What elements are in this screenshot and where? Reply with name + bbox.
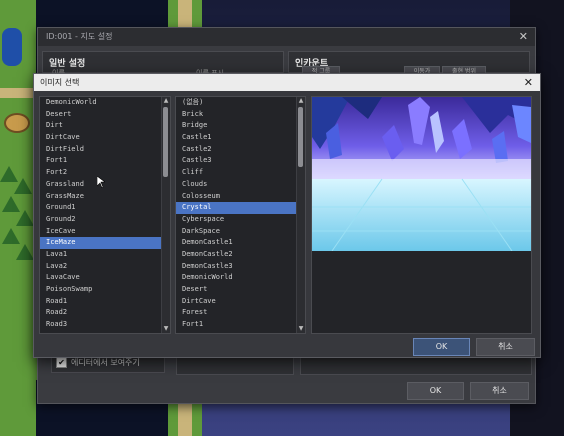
scroll-down-arrow-icon[interactable]: ▼	[297, 325, 305, 333]
battleback2-list-item[interactable]: DemonCastle1	[176, 237, 305, 249]
map-settings-titlebar: ID:001 - 지도 설정 ✕	[38, 28, 535, 46]
image-select-dialog: 이미지 선택 ✕ DemonicWorld Desert Dirt DirtCave D…	[33, 73, 541, 358]
battleback2-list-item[interactable]: Brick	[176, 109, 305, 121]
battleback1-list-item[interactable]: IceCave	[40, 226, 170, 238]
battleback2-list[interactable]: (없음) Brick Bridge Castle1 Castle2 Castle3 Clif…	[175, 96, 306, 334]
battleback1-list-item[interactable]: IceMaze	[40, 237, 170, 249]
scroll-up-arrow-icon[interactable]: ▲	[297, 97, 305, 105]
map-settings-ok-button[interactable]: OK	[407, 382, 464, 400]
image-dialog-ok-button[interactable]: OK	[413, 338, 470, 356]
battleback1-list-item[interactable]: Road2	[40, 307, 170, 319]
battleback1-list-item[interactable]: DemonicWorld	[40, 97, 170, 109]
image-select-titlebar: 이미지 선택 ✕	[34, 74, 540, 91]
checkmark-icon[interactable]: ✔	[56, 356, 67, 368]
battleback1-list-item[interactable]: Road3	[40, 319, 170, 331]
battleback2-list-item[interactable]: Cyberspace	[176, 214, 305, 226]
battleback1-list-item[interactable]: Road1	[40, 296, 170, 308]
map-settings-title: ID:001 - 지도 설정	[46, 32, 113, 41]
battleback1-list-item[interactable]: Lava2	[40, 261, 170, 273]
battleback2-list-item[interactable]: DemonCastle3	[176, 261, 305, 273]
close-icon[interactable]: ✕	[519, 28, 528, 46]
close-icon[interactable]: ✕	[524, 74, 533, 91]
map-settings-cancel-label: 취소	[492, 386, 507, 395]
list2-scroll-thumb[interactable]	[298, 107, 303, 167]
battleback2-list-item[interactable]: Desert	[176, 284, 305, 296]
battleback1-list-item[interactable]: GrassMaze	[40, 191, 170, 203]
battleback2-list-item[interactable]: Crystal	[176, 202, 305, 214]
battleback1-list-item[interactable]: Lava1	[40, 249, 170, 261]
image-dialog-cancel-button[interactable]: 취소	[476, 338, 535, 356]
battleback1-list-item[interactable]: DirtCave	[40, 132, 170, 144]
battleback2-list-item[interactable]: DemonCastle2	[176, 249, 305, 261]
battleback1-list-item[interactable]: Dirt	[40, 120, 170, 132]
battleback2-list-item[interactable]: Bridge	[176, 120, 305, 132]
battleback1-list-item[interactable]: DirtField	[40, 144, 170, 156]
battleback1-list-item[interactable]: LavaCave	[40, 272, 170, 284]
battleback1-list-item[interactable]: Fort1	[40, 155, 170, 167]
image-dialog-cancel-label: 취소	[498, 342, 513, 351]
battleback2-list-item[interactable]: Colosseum	[176, 191, 305, 203]
list2-scrollbar[interactable]: ▲ ▼	[296, 97, 305, 333]
list1-scrollbar[interactable]: ▲ ▼	[161, 97, 170, 333]
battleback2-list-item[interactable]: (없음)	[176, 97, 305, 109]
battleback2-list-item[interactable]: DirtCave	[176, 296, 305, 308]
general-settings-header: 일반 설정	[42, 51, 284, 73]
battleback1-list-item[interactable]: Ground1	[40, 202, 170, 214]
image-dialog-ok-label: OK	[435, 342, 448, 351]
map-settings-cancel-button[interactable]: 취소	[470, 382, 529, 400]
battleback2-list-item[interactable]: DemonicWorld	[176, 272, 305, 284]
battleback2-list-item[interactable]: Castle2	[176, 144, 305, 156]
battleback2-list-item[interactable]: Castle1	[176, 132, 305, 144]
battleback2-list-item[interactable]: DarkSpace	[176, 226, 305, 238]
crystal-preview-image	[312, 97, 531, 333]
battleback1-list-item[interactable]: Grassland	[40, 179, 170, 191]
image-preview-panel	[311, 96, 532, 334]
battleback1-list[interactable]: DemonicWorld Desert Dirt DirtCave DirtField F…	[39, 96, 171, 334]
scroll-up-arrow-icon[interactable]: ▲	[162, 97, 170, 105]
list1-scroll-thumb[interactable]	[163, 107, 168, 177]
battleback1-list-item[interactable]: Ground2	[40, 214, 170, 226]
battleback1-list-item[interactable]: PoisonSwamp	[40, 284, 170, 296]
battleback2-list-item[interactable]: Forest	[176, 307, 305, 319]
image-select-title: 이미지 선택	[40, 78, 80, 87]
show-in-editor-label: 에디터에서 보여주기	[71, 357, 140, 367]
battleback1-list-item[interactable]: Desert	[40, 109, 170, 121]
battleback2-list-item[interactable]: Cliff	[176, 167, 305, 179]
battleback2-list-item[interactable]: Castle3	[176, 155, 305, 167]
scroll-down-arrow-icon[interactable]: ▼	[162, 325, 170, 333]
mouse-cursor-icon	[97, 176, 105, 188]
battleback2-list-item[interactable]: Clouds	[176, 179, 305, 191]
map-settings-ok-label: OK	[429, 386, 442, 395]
battleback1-list-item[interactable]: Fort2	[40, 167, 170, 179]
battleback2-list-item[interactable]: Fort1	[176, 319, 305, 331]
